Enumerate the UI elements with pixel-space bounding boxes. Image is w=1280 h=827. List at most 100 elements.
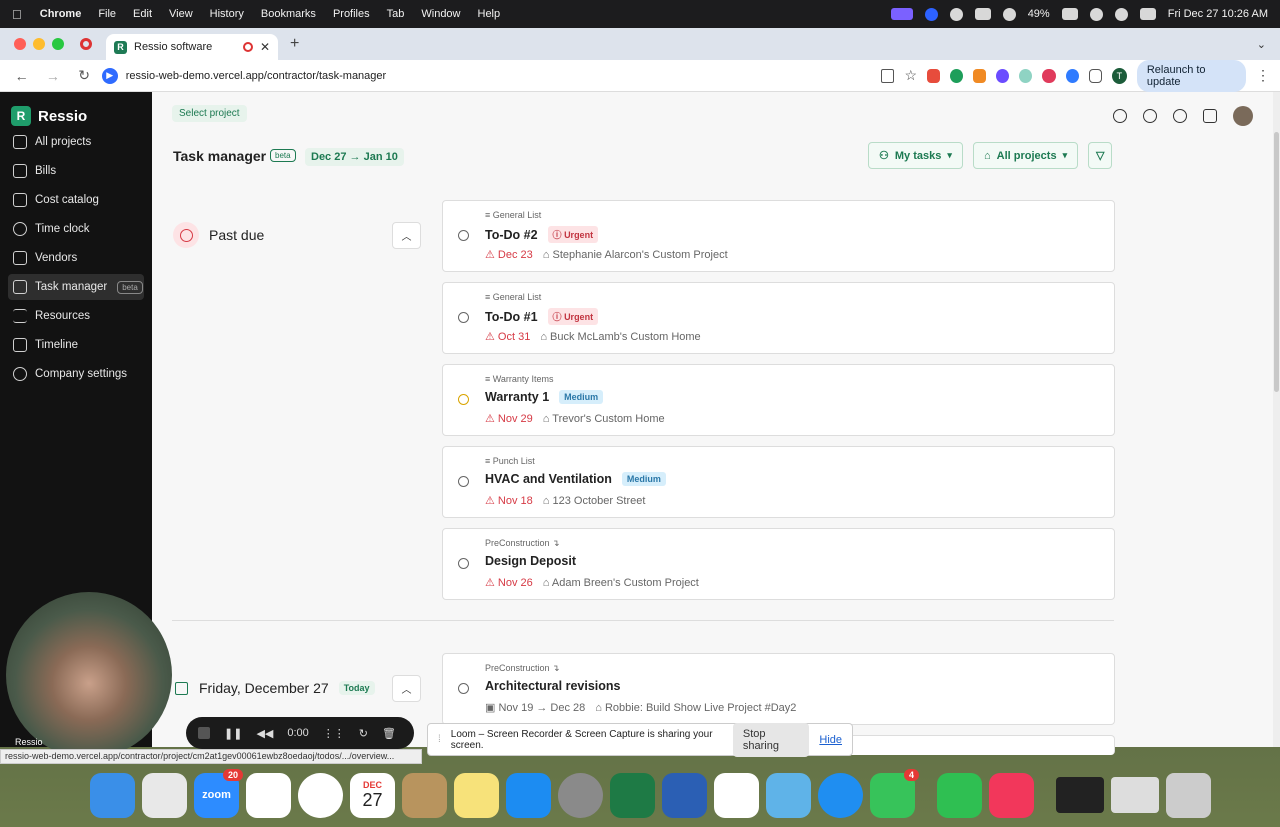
select-project-button[interactable]: Select project — [172, 105, 247, 122]
site-info-icon[interactable]: ▶ — [101, 67, 118, 84]
launchpad-icon[interactable] — [142, 772, 187, 818]
menu-file[interactable]: File — [98, 8, 116, 20]
menu-profiles[interactable]: Profiles — [333, 8, 370, 20]
my-tasks-dropdown[interactable]: ⚇ My tasks ▾ — [868, 142, 963, 169]
task-card[interactable]: ≡ General List To-Do #2 ⓘ Urgent ⚠ Dec 2… — [442, 200, 1115, 272]
filter-button[interactable]: ▽ — [1088, 142, 1113, 169]
menubar-clock[interactable]: Fri Dec 27 10:26 AM — [1168, 8, 1268, 20]
maps-icon[interactable] — [766, 772, 811, 818]
menu-tab[interactable]: Tab — [387, 8, 405, 20]
display-icon[interactable] — [974, 8, 991, 20]
close-tab-icon[interactable]: ✕ — [260, 40, 270, 54]
sidebar-item-company-settings[interactable]: Company settings — [8, 361, 144, 387]
relaunch-button[interactable]: Relaunch to update — [1136, 59, 1247, 92]
extensions-puzzle-icon[interactable] — [1088, 68, 1102, 83]
task-card[interactable]: ≡ General List To-Do #1 ⓘ Urgent ⚠ Oct 3… — [442, 282, 1115, 354]
chrome-icon[interactable] — [298, 772, 343, 818]
battery-icon[interactable] — [1061, 8, 1078, 20]
apple-icon[interactable]:  — [12, 7, 22, 22]
restart-icon[interactable]: ↻ — [359, 727, 368, 740]
recent-window-thumbnail[interactable] — [1056, 777, 1104, 813]
messages-icon[interactable]: 4 — [870, 768, 919, 818]
system-settings-icon[interactable] — [558, 772, 603, 818]
back-button[interactable]: ← — [12, 68, 31, 84]
bluetooth-icon[interactable] — [1002, 7, 1016, 21]
extension-grammarly-icon[interactable] — [950, 68, 964, 83]
tab-search-chevron-icon[interactable]: ⌄ — [1257, 38, 1266, 51]
spotlight-icon[interactable] — [1114, 7, 1128, 21]
extension-c-icon[interactable] — [1042, 68, 1056, 83]
task-checkbox[interactable] — [458, 312, 469, 323]
downloads-stack-icon[interactable] — [1111, 777, 1159, 813]
task-card[interactable]: PreConstruction ↴ Design Deposit ⚠ Nov 2… — [442, 528, 1115, 600]
grid-icon[interactable]: ⋮⋮ — [323, 727, 345, 740]
trash-icon[interactable] — [1166, 772, 1211, 818]
zoom-icon[interactable] — [924, 7, 938, 21]
brand-logo[interactable]: R Ressio — [11, 106, 152, 126]
hide-button[interactable]: Hide — [819, 734, 842, 746]
reload-button[interactable]: ↻ — [75, 67, 94, 84]
task-card[interactable]: PreConstruction ↴ Architectural revision… — [442, 653, 1115, 725]
contacts-icon[interactable] — [402, 772, 447, 818]
all-projects-dropdown[interactable]: ⌂ All projects ▾ — [973, 142, 1079, 169]
task-name[interactable]: Design Deposit — [485, 554, 576, 568]
task-checkbox[interactable] — [458, 230, 469, 241]
safari-icon[interactable] — [818, 772, 863, 818]
webcam-bubble[interactable] — [6, 592, 172, 758]
excel-icon[interactable] — [610, 772, 655, 818]
wifi-icon[interactable] — [1089, 7, 1103, 21]
sidebar-item-cost-catalog[interactable]: Cost catalog — [8, 187, 144, 213]
task-card[interactable]: ≡ Punch List HVAC and Ventilation Medium… — [442, 446, 1115, 518]
user-avatar[interactable] — [1233, 106, 1253, 126]
chat-icon[interactable] — [1113, 109, 1127, 123]
task-name[interactable]: Architectural revisions — [485, 679, 620, 693]
task-name[interactable]: To-Do #2 — [485, 228, 538, 242]
menu-window[interactable]: Window — [421, 8, 460, 20]
notes-icon[interactable] — [454, 772, 499, 818]
app-store-icon[interactable] — [506, 772, 551, 818]
sidebar-item-vendors[interactable]: Vendors — [8, 245, 144, 271]
screen-share-icon[interactable] — [890, 8, 913, 20]
extension-purple-icon[interactable] — [996, 68, 1010, 83]
page-scrollbar[interactable] — [1273, 92, 1280, 747]
zoom-app-icon[interactable]: zoom 20 — [194, 768, 243, 818]
sidebar-item-resources[interactable]: Resources — [8, 303, 144, 329]
menu-view[interactable]: View — [169, 8, 193, 20]
extension-cloud-icon[interactable] — [1019, 68, 1033, 83]
bookmark-star-icon[interactable]: ☆ — [904, 67, 917, 84]
new-tab-button[interactable]: + — [290, 35, 299, 53]
sidebar-item-task-manager[interactable]: Task manager beta — [8, 274, 144, 300]
sidebar-item-time-clock[interactable]: Time clock — [8, 216, 144, 242]
task-card[interactable]: ≡ Warranty Items Warranty 1 Medium ⚠ Nov… — [442, 364, 1115, 436]
date-range[interactable]: Dec 27 → Jan 10 — [305, 148, 404, 166]
task-checkbox-in-progress[interactable] — [458, 394, 469, 405]
drag-handle-icon[interactable]: ⁞ — [438, 734, 441, 745]
sidebar-item-timeline[interactable]: Timeline — [8, 332, 144, 358]
address-bar[interactable]: ▶ ressio-web-demo.vercel.app/contractor/… — [101, 64, 881, 88]
browser-tab[interactable]: R Ressio software ✕ — [106, 34, 278, 60]
extension-icon[interactable] — [927, 68, 941, 83]
trash-icon[interactable]: 🗑 — [382, 727, 396, 740]
scrollbar-thumb[interactable] — [1274, 132, 1279, 392]
collapse-group-button[interactable]: ︿ — [392, 222, 421, 249]
maximize-window-button[interactable] — [52, 38, 64, 50]
slack-icon[interactable] — [246, 772, 291, 818]
word-icon[interactable] — [662, 772, 707, 818]
bell-icon[interactable] — [1203, 109, 1217, 123]
pause-icon[interactable]: ❚❚ — [224, 727, 242, 740]
extension-hubspot-icon[interactable] — [973, 68, 987, 83]
close-window-button[interactable] — [14, 38, 26, 50]
search-icon[interactable] — [1173, 109, 1187, 123]
menu-app-name[interactable]: Chrome — [40, 8, 82, 20]
finder-icon[interactable] — [90, 772, 135, 818]
music-icon[interactable] — [989, 772, 1034, 818]
chrome-menu-icon[interactable]: ⋮ — [1256, 67, 1270, 84]
url-text[interactable]: ressio-web-demo.vercel.app/contractor/ta… — [126, 70, 386, 82]
facetime-icon[interactable] — [937, 772, 982, 818]
sidebar-item-all-projects[interactable]: All projects — [8, 129, 144, 155]
collapse-group-button[interactable]: ︿ — [392, 675, 421, 702]
rewind-icon[interactable]: ◀◀ — [256, 727, 273, 740]
stop-recording-icon[interactable] — [198, 727, 210, 739]
menu-history[interactable]: History — [210, 8, 244, 20]
notion-icon[interactable] — [714, 772, 759, 818]
